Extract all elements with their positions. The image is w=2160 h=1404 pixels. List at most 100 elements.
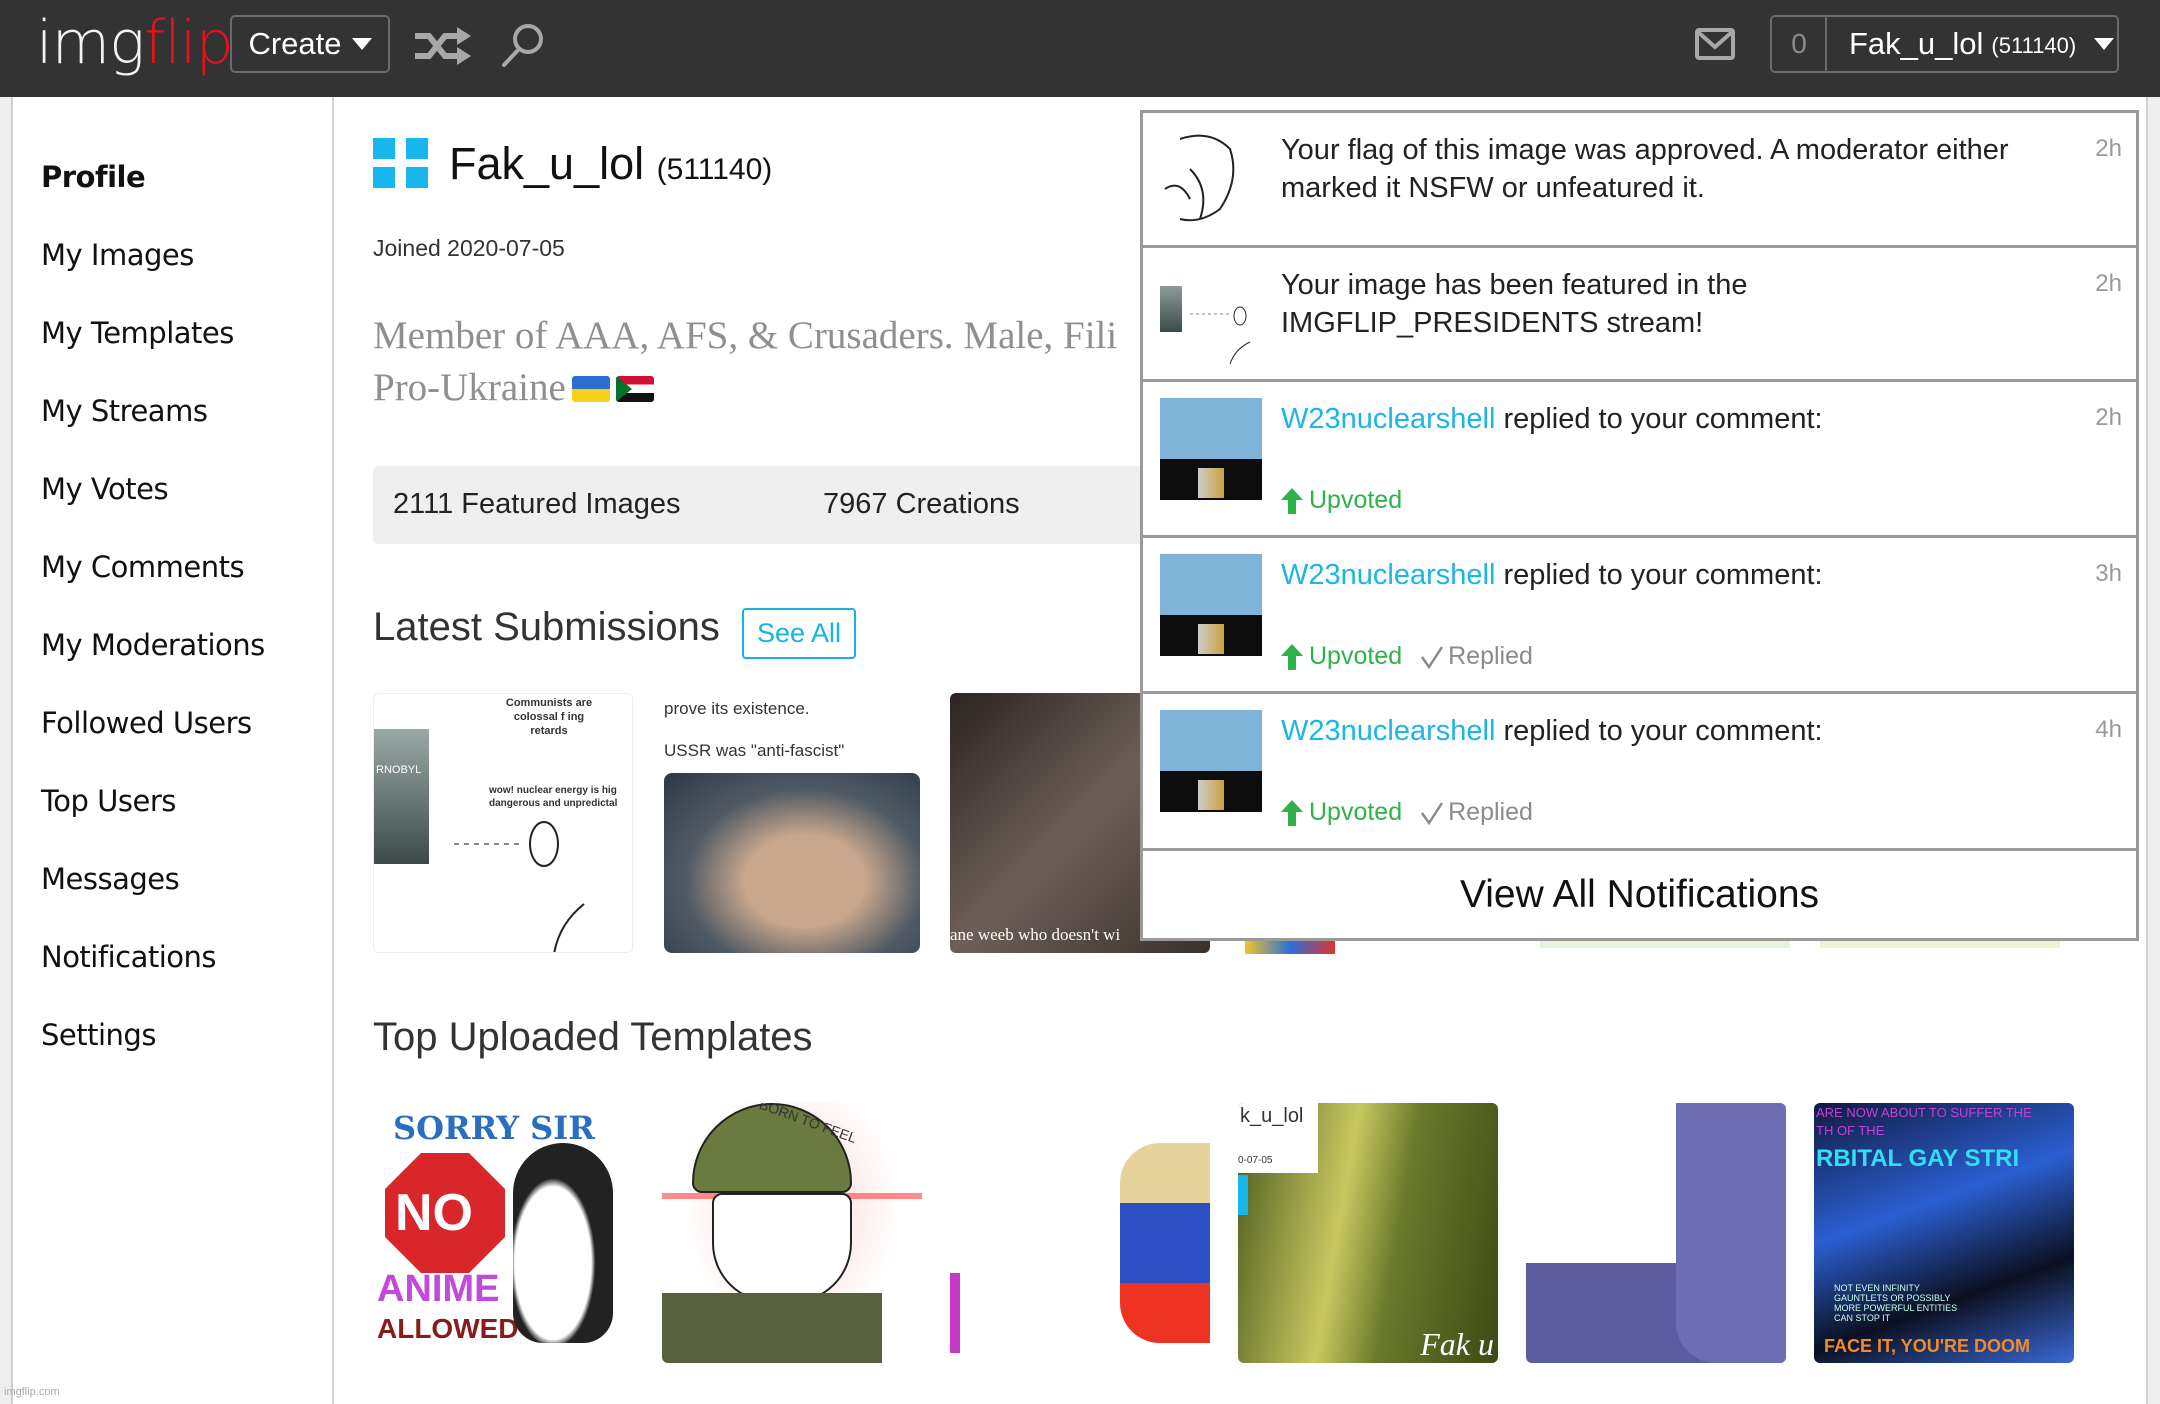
template-thumb[interactable]	[950, 1103, 1210, 1363]
notification-count-button[interactable]: 0	[1770, 15, 1826, 73]
template-text: ANIME	[377, 1268, 500, 1310]
notification-time: 2h	[2095, 404, 2122, 431]
thumb-caption: wow! nuclear energy is hig dangerous and…	[489, 785, 618, 809]
notification-user-link[interactable]: W23nuclearshell	[1281, 715, 1495, 747]
upvoted-status: Upvoted	[1281, 486, 1402, 515]
caret-down-icon	[351, 38, 372, 50]
replied-status: Replied	[1420, 642, 1533, 671]
sidebar-item-my-images[interactable]: My Images	[41, 238, 194, 272]
thumb-caption: USSR was "anti-fascist"	[664, 741, 845, 760]
replied-label: Replied	[1448, 642, 1533, 670]
thumb-object	[1198, 780, 1224, 810]
header-username: Fak_u_lol	[1849, 26, 1984, 61]
submission-thumb-partial[interactable]	[1245, 940, 1335, 954]
template-thumb[interactable]	[1526, 1103, 1786, 1363]
notification-time: 3h	[2095, 560, 2122, 587]
sidebar-item-my-templates[interactable]: My Templates	[41, 316, 234, 350]
see-all-button[interactable]: See All	[742, 608, 856, 659]
sidebar-item-followed-users[interactable]: Followed Users	[41, 706, 252, 740]
submission-thumb-partial[interactable]	[1540, 940, 1790, 948]
sidebar-item-messages[interactable]: Messages	[41, 862, 180, 896]
template-text: FACE IT, YOU'RE DOOM	[1824, 1336, 2030, 1356]
thumb-object	[1198, 624, 1224, 654]
notification-item[interactable]: Your flag of this image was approved. A …	[1143, 113, 2136, 248]
create-dropdown-button[interactable]: Create	[230, 15, 390, 73]
face	[712, 1193, 852, 1303]
mail-icon[interactable]	[1695, 28, 1735, 60]
notification-item[interactable]: W23nuclearshell replied to your comment:…	[1143, 538, 2136, 694]
sidebar-item-my-comments[interactable]: My Comments	[41, 550, 245, 584]
view-all-notifications-link[interactable]: View All Notifications	[1143, 851, 2136, 939]
template-thumb[interactable]: BORN TO FEEL	[662, 1103, 922, 1363]
caret-down-icon	[2094, 38, 2115, 50]
imgflip-logo[interactable]: imgflip	[36, 8, 234, 78]
featured-images-count[interactable]: 2111 Featured Images	[393, 488, 681, 521]
notification-time: 2h	[2095, 135, 2122, 162]
notification-text: W23nuclearshell replied to your comment:	[1281, 712, 2041, 750]
notification-meta: Upvoted Replied	[1281, 642, 1533, 671]
submission-thumb-partial[interactable]	[1820, 940, 2060, 948]
logo-text-img: img	[36, 8, 145, 78]
template-thumb[interactable]: ARE NOW ABOUT TO SUFFER THE TH OF THE RB…	[1814, 1103, 2074, 1363]
sidebar-item-settings[interactable]: Settings	[41, 1018, 156, 1052]
user-menu-dropdown[interactable]: Fak_u_lol (511140)	[1825, 15, 2119, 73]
notification-user-link[interactable]: W23nuclearshell	[1281, 403, 1495, 435]
search-icon[interactable]	[500, 22, 546, 68]
sidebar-item-my-moderations[interactable]: My Moderations	[41, 628, 265, 662]
sidebar-item-top-users[interactable]: Top Users	[41, 784, 176, 818]
submission-thumb[interactable]: RNOBYL Communists are colossal f ing ret…	[373, 693, 633, 953]
thumb-object	[1198, 468, 1224, 498]
notification-text: W23nuclearshell replied to your comment:	[1281, 400, 2041, 438]
notification-thumbnail	[1160, 264, 1262, 366]
sidebar-item-my-votes[interactable]: My Votes	[41, 472, 169, 506]
notification-text: W23nuclearshell replied to your comment:	[1281, 556, 2041, 594]
upvoted-label: Upvoted	[1309, 798, 1403, 826]
notification-time: 4h	[2095, 716, 2122, 743]
notifications-dropdown: Your flag of this image was approved. A …	[1140, 110, 2139, 941]
submission-thumb[interactable]: prove its existence. USSR was "anti-fasc…	[662, 693, 922, 953]
template-thumb[interactable]: k_u_lol 0-07-05 Fak u	[1238, 1103, 1498, 1363]
template-text: NOT EVEN INFINITY GAUNTLETS OR POSSIBLY …	[1834, 1283, 1958, 1323]
notification-thumbnail	[1160, 129, 1262, 231]
figure	[1676, 1103, 1786, 1363]
notification-user-link[interactable]: W23nuclearshell	[1281, 559, 1495, 591]
notification-thumbnail	[1160, 554, 1262, 656]
notification-item[interactable]: W23nuclearshell replied to your comment:…	[1143, 382, 2136, 538]
creations-count[interactable]: 7967 Creations	[823, 488, 1020, 521]
template-text: SORRY SIR	[393, 1109, 595, 1147]
overlay-accent	[1238, 1175, 1248, 1215]
notification-item[interactable]: W23nuclearshell replied to your comment:…	[1143, 694, 2136, 851]
ukraine-flag-icon	[571, 376, 610, 402]
template-text: NO	[395, 1184, 473, 1242]
sidebar-item-profile[interactable]: Profile	[41, 160, 146, 194]
thumb-side-text: RNOBYL	[376, 764, 422, 776]
notification-item[interactable]: Your image has been featured in the IMGF…	[1143, 248, 2136, 382]
sketch-thumb-icon	[1164, 134, 1235, 222]
notification-text: Your image has been featured in the IMGF…	[1281, 269, 1748, 339]
profile-stats-bar: 2111 Featured Images 7967 Creations	[373, 466, 1153, 544]
notification-meta: Upvoted	[1281, 486, 1402, 515]
notification-time: 2h	[2095, 270, 2122, 297]
sidebar-item-notifications[interactable]: Notifications	[41, 940, 217, 974]
upvote-arrow-icon	[1281, 643, 1303, 670]
sidebar	[11, 97, 334, 1404]
template-thumb[interactable]: SORRY SIR NO ANIME ALLOWED	[373, 1103, 633, 1363]
notification-text: Your flag of this image was approved. A …	[1281, 134, 2009, 204]
notification-text-body: replied to your comment:	[1495, 403, 1823, 435]
joined-date: Joined 2020-07-05	[373, 235, 565, 261]
upvote-arrow-icon	[1281, 799, 1303, 826]
upvoted-label: Upvoted	[1309, 642, 1403, 670]
shuffle-icon[interactable]	[415, 26, 471, 66]
replied-status: Replied	[1420, 798, 1533, 827]
thumb-photo-block	[374, 729, 429, 864]
top-nav-bar: imgflip Create 0 Fak_u_lol (511140)	[0, 0, 2160, 97]
logo-text-flip: flip	[144, 8, 234, 78]
checkmark-icon	[1421, 645, 1444, 669]
sudan-flag-icon	[615, 376, 654, 402]
template-text: 0-07-05	[1238, 1155, 1273, 1166]
imgflip-watermark: imgflip.com	[4, 1386, 60, 1398]
top-templates-heading: Top Uploaded Templates	[373, 1015, 813, 1059]
replied-label: Replied	[1448, 798, 1533, 826]
notification-thumbnail	[1160, 398, 1262, 500]
sidebar-item-my-streams[interactable]: My Streams	[41, 394, 208, 428]
